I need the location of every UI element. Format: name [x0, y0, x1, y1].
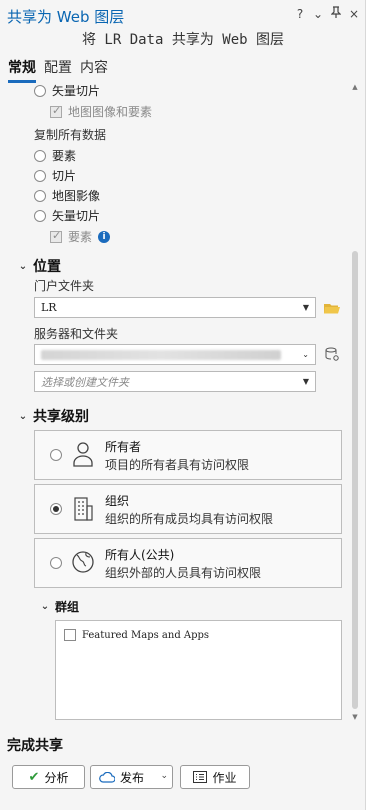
- radio-vector-tile[interactable]: [34, 209, 46, 222]
- help-icon[interactable]: ?: [294, 7, 306, 21]
- jobs-list-icon: [193, 771, 208, 783]
- folder-icon[interactable]: [324, 302, 340, 314]
- option-label: 地图图像和要素: [68, 105, 153, 119]
- jobs-button[interactable]: 作业: [180, 765, 250, 789]
- building-icon: [74, 497, 93, 521]
- title-bar: 共享为 Web 图层 ? ⌄ ×: [0, 0, 366, 30]
- options-dropdown-icon[interactable]: ⌄: [312, 7, 324, 21]
- share-web-layer-pane: 共享为 Web 图层 ? ⌄ × 将 LR Data 共享为 Web 图层 常规…: [0, 0, 366, 810]
- section-title: 共享级别: [33, 409, 89, 425]
- card-description: 组织外部的人员具有访问权限: [105, 566, 262, 580]
- finish-sharing-heading: 完成共享: [7, 738, 63, 754]
- option-label: 要素: [68, 230, 93, 244]
- chevron-down-icon: ⌄: [18, 410, 28, 422]
- option-label: 切片: [52, 169, 77, 183]
- portal-folder-label: 门户文件夹: [34, 279, 95, 293]
- card-title: 所有人(公共): [105, 548, 175, 562]
- close-icon[interactable]: ×: [348, 7, 360, 21]
- radio-everyone[interactable]: [50, 557, 62, 569]
- option-map-image[interactable]: 地图影像: [34, 187, 100, 204]
- sharing-level-section-header[interactable]: ⌄ 共享级别: [18, 406, 89, 426]
- option-vector-tile[interactable]: 矢量切片: [34, 207, 100, 224]
- option-label: 矢量切片: [52, 84, 101, 98]
- chevron-down-icon: ▼: [302, 303, 309, 312]
- globe-icon: [72, 551, 94, 573]
- button-label: 分析: [44, 770, 69, 785]
- card-description: 组织的所有成员均具有访问权限: [105, 512, 274, 526]
- scrollbar-thumb[interactable]: [352, 251, 358, 709]
- tab-general[interactable]: 常规: [8, 57, 36, 83]
- server-dropdown[interactable]: ⌄: [34, 344, 316, 365]
- tab-configuration[interactable]: 配置: [44, 57, 72, 83]
- title-controls: ? ⌄ ×: [294, 6, 360, 21]
- group-name: Featured Maps and Apps: [82, 629, 210, 641]
- sharing-level-organization[interactable]: 组织 组织的所有成员均具有访问权限: [34, 484, 342, 534]
- portal-folder-dropdown[interactable]: LR ▼: [34, 297, 316, 318]
- cloud-icon: [99, 771, 115, 783]
- chevron-down-icon[interactable]: ⌄: [160, 771, 168, 781]
- option-label: 矢量切片: [52, 209, 101, 223]
- option-tiles[interactable]: 切片: [34, 167, 76, 184]
- analyze-button[interactable]: ✔ 分析: [12, 765, 85, 789]
- option-label: 地图影像: [52, 189, 101, 203]
- checkbox-group[interactable]: [64, 629, 76, 641]
- option-label: 要素: [52, 149, 77, 163]
- pin-icon[interactable]: [330, 6, 342, 21]
- dropdown-value: LR: [41, 301, 57, 314]
- location-section-header[interactable]: ⌄ 位置: [18, 256, 61, 276]
- option-map-image-features[interactable]: 地图图像和要素: [50, 103, 152, 120]
- radio-tiles[interactable]: [34, 169, 46, 182]
- radio-owner[interactable]: [50, 449, 62, 461]
- chevron-down-icon: ⌄: [40, 601, 50, 612]
- vertical-scrollbar[interactable]: ▲ ▼: [351, 83, 359, 721]
- chevron-down-icon: ⌄: [302, 350, 309, 359]
- section-title: 位置: [33, 259, 61, 275]
- copy-all-data-heading: 复制所有数据: [34, 128, 107, 142]
- server-settings-icon[interactable]: [325, 347, 339, 361]
- checkbox-map-image-features[interactable]: [50, 104, 62, 118]
- chevron-down-icon: ▼: [302, 377, 309, 386]
- tab-content[interactable]: 内容: [80, 57, 108, 83]
- button-label: 发布: [120, 770, 145, 785]
- checkmark-icon: ✔: [28, 769, 40, 785]
- pane-title: 共享为 Web 图层: [7, 8, 125, 26]
- dropdown-placeholder: 选择或创建文件夹: [41, 375, 129, 389]
- option-vector-tile-top[interactable]: 矢量切片: [34, 82, 100, 99]
- card-description: 项目的所有者具有访问权限: [105, 458, 250, 472]
- redacted-server-value: [41, 349, 281, 360]
- radio-map-image[interactable]: [34, 189, 46, 202]
- tab-bar: 常规 配置 内容: [8, 57, 108, 83]
- radio-vector-tile-top[interactable]: [34, 84, 46, 97]
- option-features[interactable]: 要素: [34, 147, 76, 164]
- option-features-check[interactable]: 要素 i: [50, 228, 111, 245]
- scroll-down-icon[interactable]: ▼: [351, 713, 359, 721]
- person-icon: [73, 442, 93, 467]
- publish-button[interactable]: 发布 ⌄: [90, 765, 173, 789]
- chevron-down-icon: ⌄: [18, 260, 28, 272]
- radio-features[interactable]: [34, 149, 46, 162]
- scroll-up-icon[interactable]: ▲: [351, 83, 359, 91]
- checkbox-features[interactable]: [50, 229, 62, 243]
- radio-organization[interactable]: [50, 503, 62, 515]
- sharing-level-owner[interactable]: 所有者 项目的所有者具有访问权限: [34, 430, 342, 480]
- groups-list: Featured Maps and Apps: [55, 620, 342, 720]
- card-title: 组织: [105, 494, 130, 508]
- server-folder-label: 服务器和文件夹: [34, 327, 119, 341]
- pane-subtitle: 将 LR Data 共享为 Web 图层: [81, 32, 284, 48]
- card-title: 所有者: [105, 440, 142, 454]
- group-item[interactable]: Featured Maps and Apps: [64, 629, 209, 641]
- groups-section-header[interactable]: ⌄ 群组: [40, 598, 79, 615]
- sharing-level-everyone[interactable]: 所有人(公共) 组织外部的人员具有访问权限: [34, 538, 342, 588]
- folder-dropdown[interactable]: 选择或创建文件夹 ▼: [34, 371, 316, 392]
- section-title: 群组: [55, 600, 80, 614]
- info-icon[interactable]: i: [98, 230, 111, 243]
- button-label: 作业: [212, 770, 237, 785]
